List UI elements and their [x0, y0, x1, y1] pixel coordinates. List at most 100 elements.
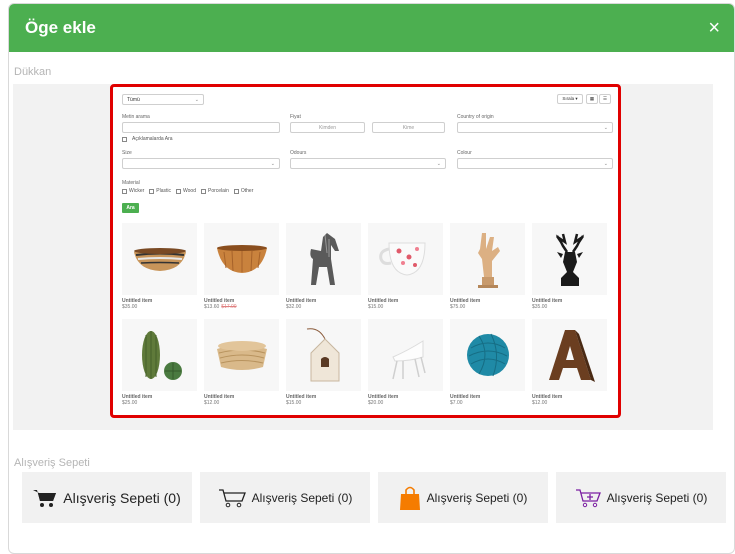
- grid-view-icon[interactable]: ▦: [586, 94, 598, 104]
- search-button[interactable]: Ara: [122, 203, 139, 213]
- price-label: Fiyat: [290, 114, 301, 120]
- odours-select[interactable]: ⌄: [290, 158, 446, 169]
- product-price: $35.00: [532, 304, 607, 310]
- sort-button[interactable]: Sırala ▾: [557, 94, 583, 104]
- material-wicker[interactable]: Wicker: [122, 188, 144, 194]
- checkbox-icon: [149, 188, 155, 194]
- floral-mug-icon: [368, 223, 443, 295]
- chevron-down-icon: ⌄: [436, 160, 441, 167]
- product-card[interactable]: Untitled item $75.00: [450, 223, 525, 310]
- letter-a-icon: [532, 319, 607, 391]
- odours-label: Odours: [290, 150, 307, 156]
- country-select[interactable]: ⌄: [457, 122, 613, 133]
- cactus-icon: [122, 319, 197, 391]
- checkbox-icon: [176, 188, 182, 194]
- deer-head-icon: [532, 223, 607, 295]
- yarn-ball-icon: [450, 319, 525, 391]
- chevron-down-icon: ⌄: [603, 160, 608, 167]
- checkbox-icon: [233, 188, 239, 194]
- cart-option-bag[interactable]: Alışveriş Sepeti (0): [378, 472, 548, 523]
- cart-option-label: Alışveriş Sepeti (0): [63, 489, 181, 506]
- cart-outline-icon: [218, 488, 246, 507]
- price-from-input[interactable]: Kimden: [290, 122, 365, 133]
- product-price: $25.00: [122, 400, 197, 406]
- product-price: $32.00: [286, 304, 361, 310]
- price-to-input[interactable]: Kime: [372, 122, 445, 133]
- old-price-value: $17.00: [221, 304, 237, 310]
- material-plastic[interactable]: Plastic: [149, 188, 171, 194]
- price-value: $12.00: [204, 400, 220, 406]
- product-price: $13.60 $17.00: [204, 304, 279, 310]
- material-wicker-label: Wicker: [129, 188, 145, 194]
- material-options: Wicker Plastic Wood Porcelain Other: [122, 188, 255, 194]
- checkbox-icon: [201, 188, 206, 194]
- material-other[interactable]: Other: [233, 188, 254, 194]
- chevron-down-icon: ⌄: [194, 96, 199, 103]
- price-value: $35.00: [122, 304, 138, 310]
- price-value: $15.00: [368, 304, 384, 310]
- product-card[interactable]: Untitled item $15.00: [286, 319, 361, 406]
- product-card[interactable]: Untitled item $13.60 $17.00: [204, 223, 279, 310]
- product-card[interactable]: Untitled item $32.00: [286, 223, 361, 310]
- product-price: $12.00: [532, 400, 607, 406]
- checkbox-icon: [122, 136, 127, 142]
- price-value: $32.00: [286, 304, 302, 310]
- text-search-input[interactable]: [122, 122, 280, 133]
- product-card[interactable]: Untitled item $7.00: [450, 319, 525, 406]
- product-price: $12.00: [204, 400, 279, 406]
- material-other-label: Other: [240, 188, 254, 194]
- product-price: $7.00: [450, 400, 525, 406]
- product-price: $75.00: [450, 304, 525, 310]
- product-card[interactable]: Untitled item $20.00: [368, 319, 443, 406]
- shopping-bag-icon: [399, 486, 420, 510]
- product-card[interactable]: Untitled item $12.00: [532, 319, 607, 406]
- cart-option-label: Alışveriş Sepeti (0): [606, 490, 708, 505]
- price-value: $12.00: [532, 400, 548, 406]
- material-plastic-label: Plastic: [156, 188, 172, 194]
- product-card[interactable]: Untitled item $12.00: [204, 319, 279, 406]
- shop-widget-preview[interactable]: Tümü ⌄ Sırala ▾ ▦ ☰ Metin arama Açıklama…: [110, 84, 621, 418]
- material-label: Material: [122, 180, 140, 186]
- modal-header: Öge ekle ×: [9, 4, 734, 52]
- product-price: $15.00: [286, 400, 361, 406]
- material-porcelain[interactable]: Porcelain: [201, 188, 229, 194]
- cart-option-plus[interactable]: Alışveriş Sepeti (0): [556, 472, 726, 523]
- material-porcelain-label: Porcelain: [208, 188, 229, 194]
- product-card[interactable]: Untitled item $15.00: [368, 223, 443, 310]
- list-view-icon[interactable]: ☰: [599, 94, 611, 104]
- price-value: $7.00: [450, 400, 463, 406]
- price-value: $13.60: [204, 304, 220, 310]
- wooden-bowl-icon: [204, 223, 279, 295]
- product-price: $20.00: [368, 400, 443, 406]
- birdhouse-icon: [286, 319, 361, 391]
- price-value: $25.00: [122, 400, 138, 406]
- modal-title: Öge ekle: [25, 18, 96, 37]
- checkbox-icon: [122, 188, 127, 194]
- chevron-down-icon: ⌄: [603, 124, 608, 131]
- cart-section-label: Alışveriş Sepeti: [14, 457, 90, 469]
- category-select[interactable]: Tümü ⌄: [122, 94, 204, 105]
- cart-option-outline[interactable]: Alışveriş Sepeti (0): [200, 472, 370, 523]
- price-value: $75.00: [450, 304, 466, 310]
- product-card[interactable]: Untitled item $35.00: [532, 223, 607, 310]
- cart-plus-icon: [575, 488, 601, 507]
- price-value: $15.00: [286, 400, 302, 406]
- text-search-label: Metin arama: [122, 114, 150, 120]
- size-select[interactable]: ⌄: [122, 158, 280, 169]
- cart-button-options: Alışveriş Sepeti (0) Alışveriş Sepeti (0…: [13, 472, 726, 524]
- product-card[interactable]: Untitled item $25.00: [122, 319, 197, 406]
- material-wood[interactable]: Wood: [176, 188, 196, 194]
- category-select-value: Tümü: [127, 96, 140, 103]
- horse-figurine-icon: [286, 223, 361, 295]
- close-icon[interactable]: ×: [708, 18, 720, 38]
- product-price: $35.00: [122, 304, 197, 310]
- shop-section-label: Dükkan: [14, 66, 52, 78]
- product-card[interactable]: Untitled item $35.00: [122, 223, 197, 310]
- colour-label: Colour: [457, 150, 472, 156]
- cart-filled-icon: [33, 489, 57, 507]
- bowl-stripes-icon: [122, 223, 197, 295]
- size-label: Size: [122, 150, 132, 156]
- colour-select[interactable]: ⌄: [457, 158, 613, 169]
- cart-option-filled[interactable]: Alışveriş Sepeti (0): [22, 472, 192, 523]
- search-description-checkbox[interactable]: Açıklamalarda Ara: [122, 136, 173, 142]
